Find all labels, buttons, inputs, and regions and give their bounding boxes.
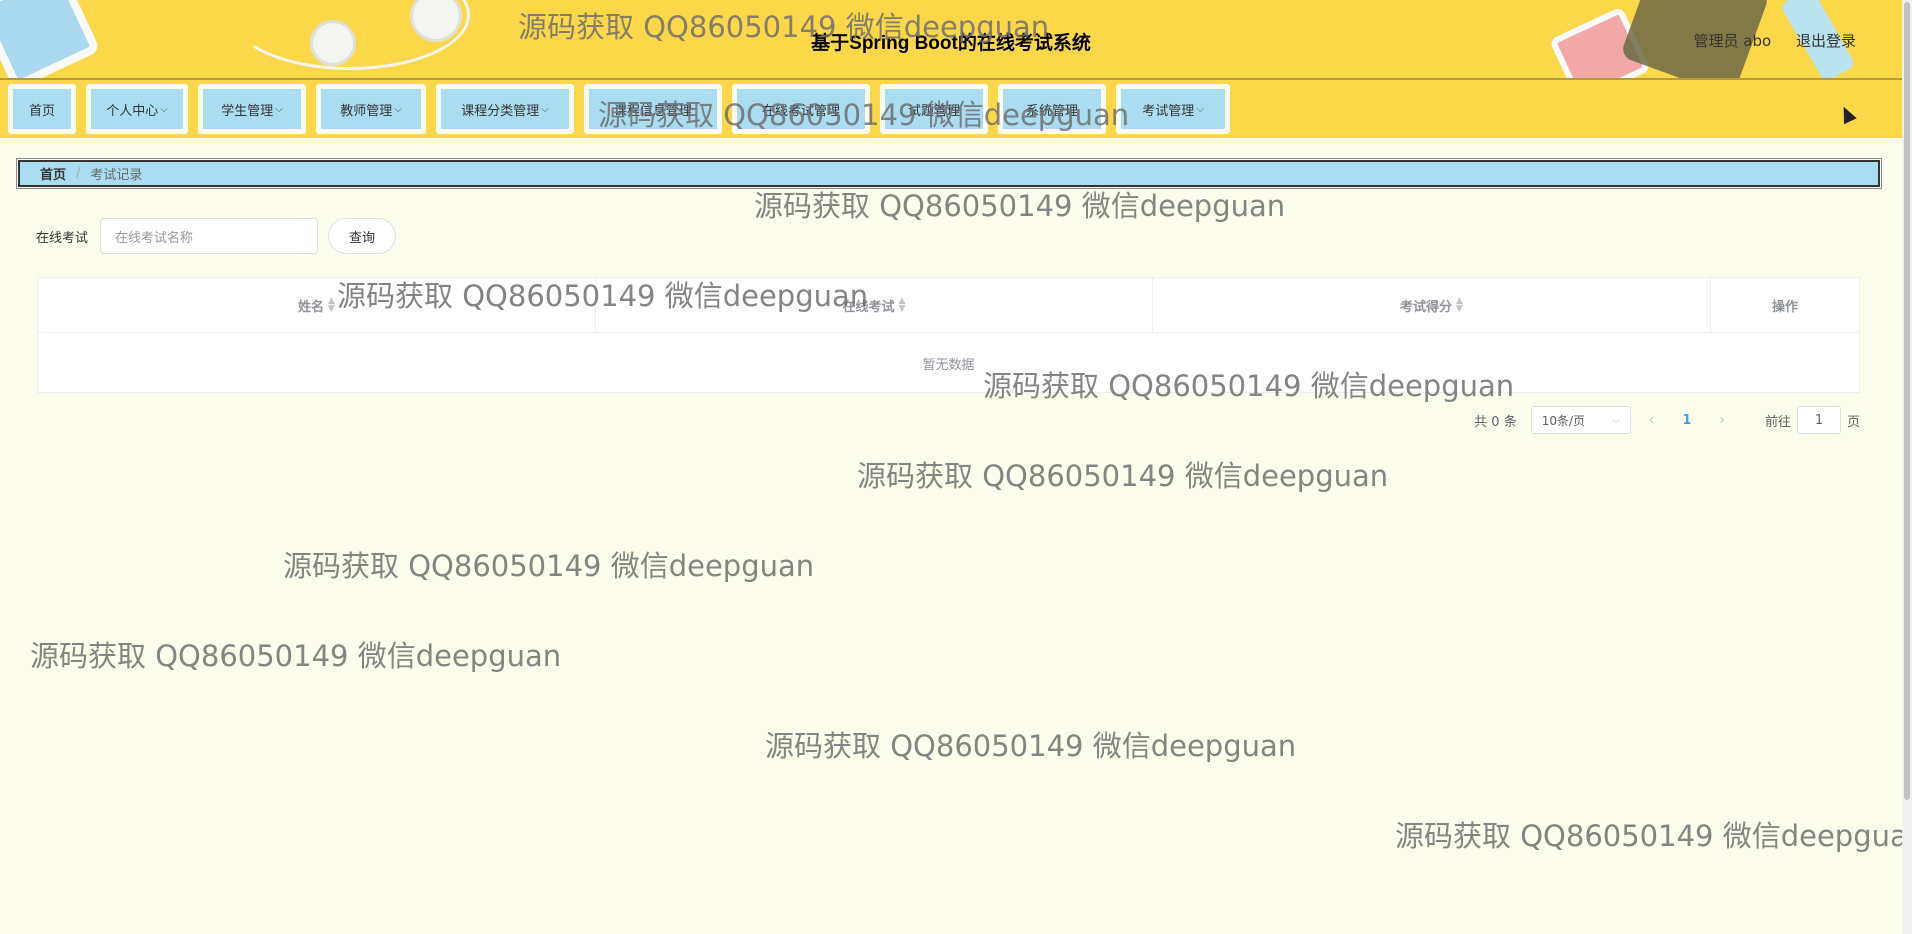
goto-label: 前往 bbox=[1764, 414, 1791, 430]
pagination-current-page[interactable]: 1 bbox=[1682, 413, 1691, 428]
column-header-online-exam[interactable]: 在线考试 ▲ ▼ bbox=[596, 278, 1153, 332]
sort-icon[interactable]: ▲ ▼ bbox=[1456, 297, 1463, 314]
nav-item-label: 试题管理 bbox=[907, 103, 960, 119]
watermark-text: 源码获取 QQ86050149 微信deepguan bbox=[765, 729, 1297, 763]
watermark-text: 源码获取 QQ86050149 微信deepguan bbox=[283, 549, 815, 583]
nav-item-label: 首页 bbox=[28, 103, 55, 119]
nav-item-student-management[interactable]: 学生管理 ⌵ bbox=[198, 84, 306, 134]
watermark-text: 源码获取 QQ86050149 微信deepgua bbox=[1395, 819, 1908, 853]
chevron-down-icon: ⌵ bbox=[1612, 414, 1620, 426]
search-button[interactable]: 查询 bbox=[328, 218, 397, 254]
watermark-text: 源码获取 QQ86050149 微信deepguan bbox=[754, 189, 1286, 223]
nav-item-course-info-management[interactable]: 课程信息管理 bbox=[584, 84, 722, 134]
nav-item-label: 考试管理 bbox=[1142, 103, 1195, 119]
sort-icon[interactable]: ▲ ▼ bbox=[328, 297, 335, 314]
page-size-select[interactable]: 10条/页 ⌵ bbox=[1530, 406, 1631, 434]
nav-item-label: 在线考试管理 bbox=[761, 103, 840, 119]
table-empty-text: 暂无数据 bbox=[922, 357, 975, 373]
chevron-down-icon: ⌵ bbox=[160, 103, 168, 115]
nav-item-label: 学生管理 bbox=[221, 103, 274, 119]
nav-item-label: 个人中心 bbox=[106, 103, 159, 119]
pagination-total: 共 0 条 bbox=[1474, 414, 1517, 430]
user-label: 管理员 abo bbox=[1693, 32, 1772, 50]
logout-link[interactable]: 退出登录 bbox=[1796, 32, 1856, 50]
nav-item-personal-center[interactable]: 个人中心 ⌵ bbox=[86, 84, 188, 134]
search-label: 在线考试 bbox=[36, 230, 89, 246]
goto-suffix: 页 bbox=[1846, 414, 1860, 430]
column-header-name[interactable]: 姓名 ▲ ▼ bbox=[38, 278, 596, 332]
column-header-exam-score[interactable]: 考试得分 ▲ ▼ bbox=[1153, 278, 1711, 332]
nav-item-course-category-management[interactable]: 课程分类管理 ⌵ bbox=[436, 84, 574, 134]
breadcrumb-home[interactable]: 首页 bbox=[40, 164, 66, 183]
breadcrumb-current: 考试记录 bbox=[90, 168, 143, 183]
pagination: 共 0 条 10条/页 ⌵ ‹ 1 › 前往 1 页 bbox=[1474, 406, 1860, 434]
sort-icon[interactable]: ▲ ▼ bbox=[899, 297, 906, 314]
user-area: 管理员 abo 退出登录 bbox=[1674, 30, 1856, 51]
column-header-label: 在线考试 bbox=[842, 299, 895, 315]
goto-page-input[interactable]: 1 bbox=[1796, 406, 1841, 434]
nav-item-system-management[interactable]: 系统管理 bbox=[998, 84, 1106, 134]
nav-item-teacher-management[interactable]: 教师管理 ⌵ bbox=[316, 84, 426, 134]
chevron-down-icon: ⌵ bbox=[275, 103, 283, 115]
app-header: 基于Spring Boot的在线考试系统 管理员 abo 退出登录 bbox=[0, 0, 1902, 80]
nav-item-label: 课程信息管理 bbox=[613, 103, 692, 119]
column-header-actions: 操作 bbox=[1711, 278, 1859, 332]
nav-item-question-management[interactable]: 试题管理 bbox=[880, 84, 988, 134]
chevron-left-icon[interactable]: ‹ bbox=[1649, 412, 1655, 428]
column-header-label: 考试得分 bbox=[1400, 299, 1453, 315]
nav-item-label: 系统管理 bbox=[1025, 103, 1078, 119]
breadcrumb: 首页 / 考试记录 bbox=[16, 158, 1882, 189]
scrollbar-thumb[interactable] bbox=[1904, 2, 1910, 800]
chevron-down-icon: ⌵ bbox=[541, 103, 549, 115]
exam-record-table: 姓名 ▲ ▼ 在线考试 ▲ ▼ 考试得分 ▲ ▼ 操作 暂无数据 bbox=[37, 277, 1860, 393]
chevron-down-icon: ⌵ bbox=[1196, 103, 1204, 115]
nav-item-exam-management[interactable]: 考试管理 ⌵ bbox=[1116, 84, 1230, 134]
watermark-text: 源码获取 QQ86050149 微信deepguan bbox=[857, 459, 1389, 493]
nav-item-online-exam-management[interactable]: 在线考试管理 bbox=[732, 84, 870, 134]
chevron-down-icon: ⌵ bbox=[394, 103, 402, 115]
nav-item-label: 课程分类管理 bbox=[461, 103, 540, 119]
breadcrumb-separator: / bbox=[76, 166, 81, 181]
page-title: 基于Spring Boot的在线考试系统 bbox=[811, 33, 1091, 54]
column-header-label: 操作 bbox=[1771, 299, 1798, 315]
page-size-value: 10条/页 bbox=[1541, 413, 1586, 428]
column-header-label: 姓名 bbox=[298, 299, 325, 315]
top-nav: 首页 个人中心 ⌵ 学生管理 ⌵ 教师管理 ⌵ 课程分类管理 ⌵ 课程信息管理 在线考试… bbox=[0, 80, 1902, 138]
nav-item-label: 教师管理 bbox=[340, 103, 393, 119]
nav-item-home[interactable]: 首页 bbox=[8, 84, 76, 134]
chevron-right-icon[interactable]: › bbox=[1719, 412, 1725, 428]
search-input[interactable]: 在线考试名称 bbox=[100, 218, 319, 254]
search-form: 在线考试 在线考试名称 查询 bbox=[36, 218, 397, 254]
table-header: 姓名 ▲ ▼ 在线考试 ▲ ▼ 考试得分 ▲ ▼ 操作 bbox=[38, 278, 1859, 333]
vertical-scrollbar[interactable] bbox=[1902, 0, 1912, 934]
watermark-text: 源码获取 QQ86050149 微信deepguan bbox=[30, 639, 562, 673]
